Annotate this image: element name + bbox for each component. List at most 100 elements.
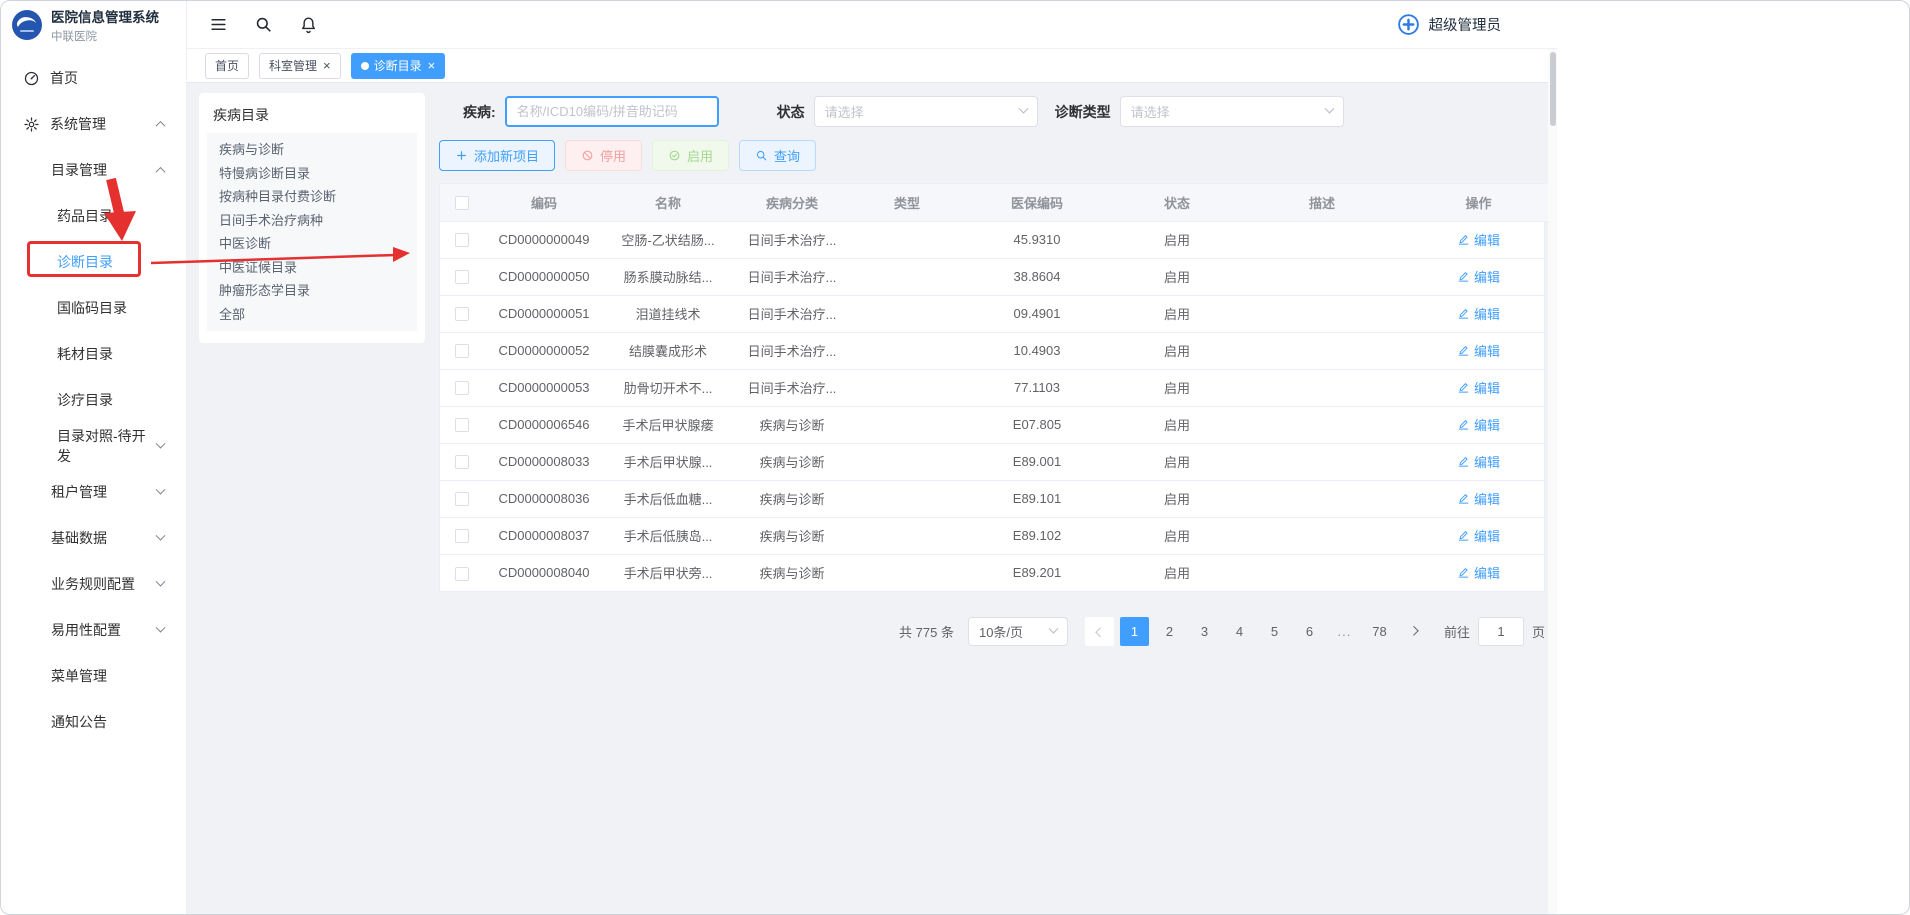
cell-name: 泪道挂线术 <box>604 295 732 332</box>
chevron-down-icon <box>1049 624 1059 634</box>
cell-insurance-code: E89.001 <box>962 443 1112 480</box>
toolbar: 添加新项目 停用 启用 查询 <box>439 140 1545 171</box>
cell-insurance-code: E89.201 <box>962 554 1112 591</box>
cell-status: 启用 <box>1112 554 1242 591</box>
sidebar-item-3[interactable]: 药品目录 <box>1 193 186 239</box>
row-checkbox[interactable] <box>455 455 469 469</box>
row-checkbox[interactable] <box>455 344 469 358</box>
app-title: 医院信息管理系统 <box>51 6 159 26</box>
row-checkbox[interactable] <box>455 492 469 506</box>
pager-page-4[interactable]: 4 <box>1225 617 1254 646</box>
catalog-item[interactable]: 肿瘤形态学目录 <box>219 279 405 303</box>
add-item-button[interactable]: 添加新项目 <box>439 140 555 171</box>
pager-page-5[interactable]: 5 <box>1260 617 1289 646</box>
pager-page-1[interactable]: 1 <box>1120 617 1149 646</box>
edit-icon <box>1457 381 1470 394</box>
chevron-down-icon <box>1018 104 1028 114</box>
disable-button[interactable]: 停用 <box>565 140 642 171</box>
tab-bar: 首页 科室管理 × 诊断目录 × <box>187 49 1557 83</box>
chevron-up-icon <box>156 120 166 130</box>
search-icon[interactable] <box>254 15 273 34</box>
tab-1[interactable]: 科室管理 × <box>259 53 341 79</box>
user-menu[interactable]: 超级管理员 <box>1396 12 1502 37</box>
sidebar-item-14[interactable]: 通知公告 <box>1 699 186 745</box>
cell-description <box>1242 480 1402 517</box>
chevron-up-icon <box>156 166 166 176</box>
row-checkbox[interactable] <box>455 529 469 543</box>
cell-insurance-code: 09.4901 <box>962 295 1112 332</box>
edit-link[interactable]: 编辑 <box>1457 304 1500 323</box>
table-row: CD0000006546 手术后甲状腺瘘 疾病与诊断 E07.805 启用 编辑 <box>440 406 1555 443</box>
cell-category: 疾病与诊断 <box>732 517 852 554</box>
row-checkbox[interactable] <box>455 307 469 321</box>
sidebar-item-11[interactable]: 业务规则配置 <box>1 561 186 607</box>
catalog-item[interactable]: 全部 <box>219 303 405 327</box>
catalog-item[interactable]: 疾病与诊断 <box>219 138 405 162</box>
row-checkbox[interactable] <box>455 233 469 247</box>
catalog-item[interactable]: 中医诊断 <box>219 232 405 256</box>
pager-page-78[interactable]: 78 <box>1365 617 1394 646</box>
edit-link[interactable]: 编辑 <box>1457 489 1500 508</box>
close-tab-icon[interactable]: × <box>323 59 331 72</box>
enable-button[interactable]: 启用 <box>652 140 729 171</box>
sidebar-item-6[interactable]: 耗材目录 <box>1 331 186 377</box>
sidebar-item-13[interactable]: 菜单管理 <box>1 653 186 699</box>
pager-page-6[interactable]: 6 <box>1295 617 1324 646</box>
status-select[interactable]: 请选择 <box>814 96 1038 127</box>
sidebar-item-12[interactable]: 易用性配置 <box>1 607 186 653</box>
sidebar-item-2[interactable]: 目录管理 <box>1 147 186 193</box>
edit-link[interactable]: 编辑 <box>1457 452 1500 471</box>
sidebar-item-8[interactable]: 目录对照-待开发 <box>1 423 186 469</box>
cell-status: 启用 <box>1112 332 1242 369</box>
edit-icon <box>1457 455 1470 468</box>
cell-insurance-code: E07.805 <box>962 406 1112 443</box>
sidebar-item-4[interactable]: 诊断目录 <box>1 239 186 285</box>
hospital-name: 中联医院 <box>51 28 159 44</box>
query-button[interactable]: 查询 <box>739 140 816 171</box>
next-page-button[interactable] <box>1400 617 1429 646</box>
gauge-icon <box>23 70 40 87</box>
pager-more[interactable]: ... <box>1330 617 1359 646</box>
page-size-select[interactable]: 10条/页 <box>968 617 1068 646</box>
edit-link[interactable]: 编辑 <box>1457 563 1500 582</box>
sidebar-item-10[interactable]: 基础数据 <box>1 515 186 561</box>
bell-icon[interactable] <box>299 15 318 34</box>
catalog-item[interactable]: 中医证候目录 <box>219 256 405 280</box>
sidebar-item-5[interactable]: 国临码目录 <box>1 285 186 331</box>
edit-link[interactable]: 编辑 <box>1457 267 1500 286</box>
row-checkbox[interactable] <box>455 381 469 395</box>
sidebar-item-0[interactable]: 首页 <box>1 55 186 101</box>
goto-page-input[interactable] <box>1478 617 1524 646</box>
sidebar-item-1[interactable]: 系统管理 <box>1 101 186 147</box>
edit-link[interactable]: 编辑 <box>1457 415 1500 434</box>
catalog-item[interactable]: 特慢病诊断目录 <box>219 162 405 186</box>
row-checkbox[interactable] <box>455 567 469 581</box>
edit-link[interactable]: 编辑 <box>1457 230 1500 249</box>
catalog-item[interactable]: 日间手术治疗病种 <box>219 209 405 233</box>
tab-2[interactable]: 诊断目录 × <box>351 53 446 79</box>
scrollbar-thumb[interactable] <box>1550 52 1556 126</box>
tab-0[interactable]: 首页 <box>205 53 249 79</box>
pager-page-2[interactable]: 2 <box>1155 617 1184 646</box>
edit-link[interactable]: 编辑 <box>1457 378 1500 397</box>
cell-name: 手术后低血糖... <box>604 480 732 517</box>
cell-status: 启用 <box>1112 443 1242 480</box>
prev-page-button[interactable] <box>1085 617 1114 646</box>
cell-code: CD0000008040 <box>484 554 604 591</box>
table-row: CD0000008033 手术后甲状腺... 疾病与诊断 E89.001 启用 … <box>440 443 1555 480</box>
edit-link[interactable]: 编辑 <box>1457 341 1500 360</box>
edit-link[interactable]: 编辑 <box>1457 526 1500 545</box>
edit-icon <box>1457 307 1470 320</box>
sidebar-item-9[interactable]: 租户管理 <box>1 469 186 515</box>
catalog-item[interactable]: 按病种目录付费诊断 <box>219 185 405 209</box>
pager-page-3[interactable]: 3 <box>1190 617 1219 646</box>
row-checkbox[interactable] <box>455 418 469 432</box>
chevron-down-icon <box>156 484 166 494</box>
disease-search-input[interactable] <box>505 96 719 127</box>
collapse-menu-icon[interactable] <box>209 15 228 34</box>
select-all-checkbox[interactable] <box>455 196 469 210</box>
row-checkbox[interactable] <box>455 270 469 284</box>
sidebar-item-7[interactable]: 诊疗目录 <box>1 377 186 423</box>
diagnosis-type-select[interactable]: 请选择 <box>1120 96 1344 127</box>
close-tab-icon[interactable]: × <box>428 59 436 72</box>
